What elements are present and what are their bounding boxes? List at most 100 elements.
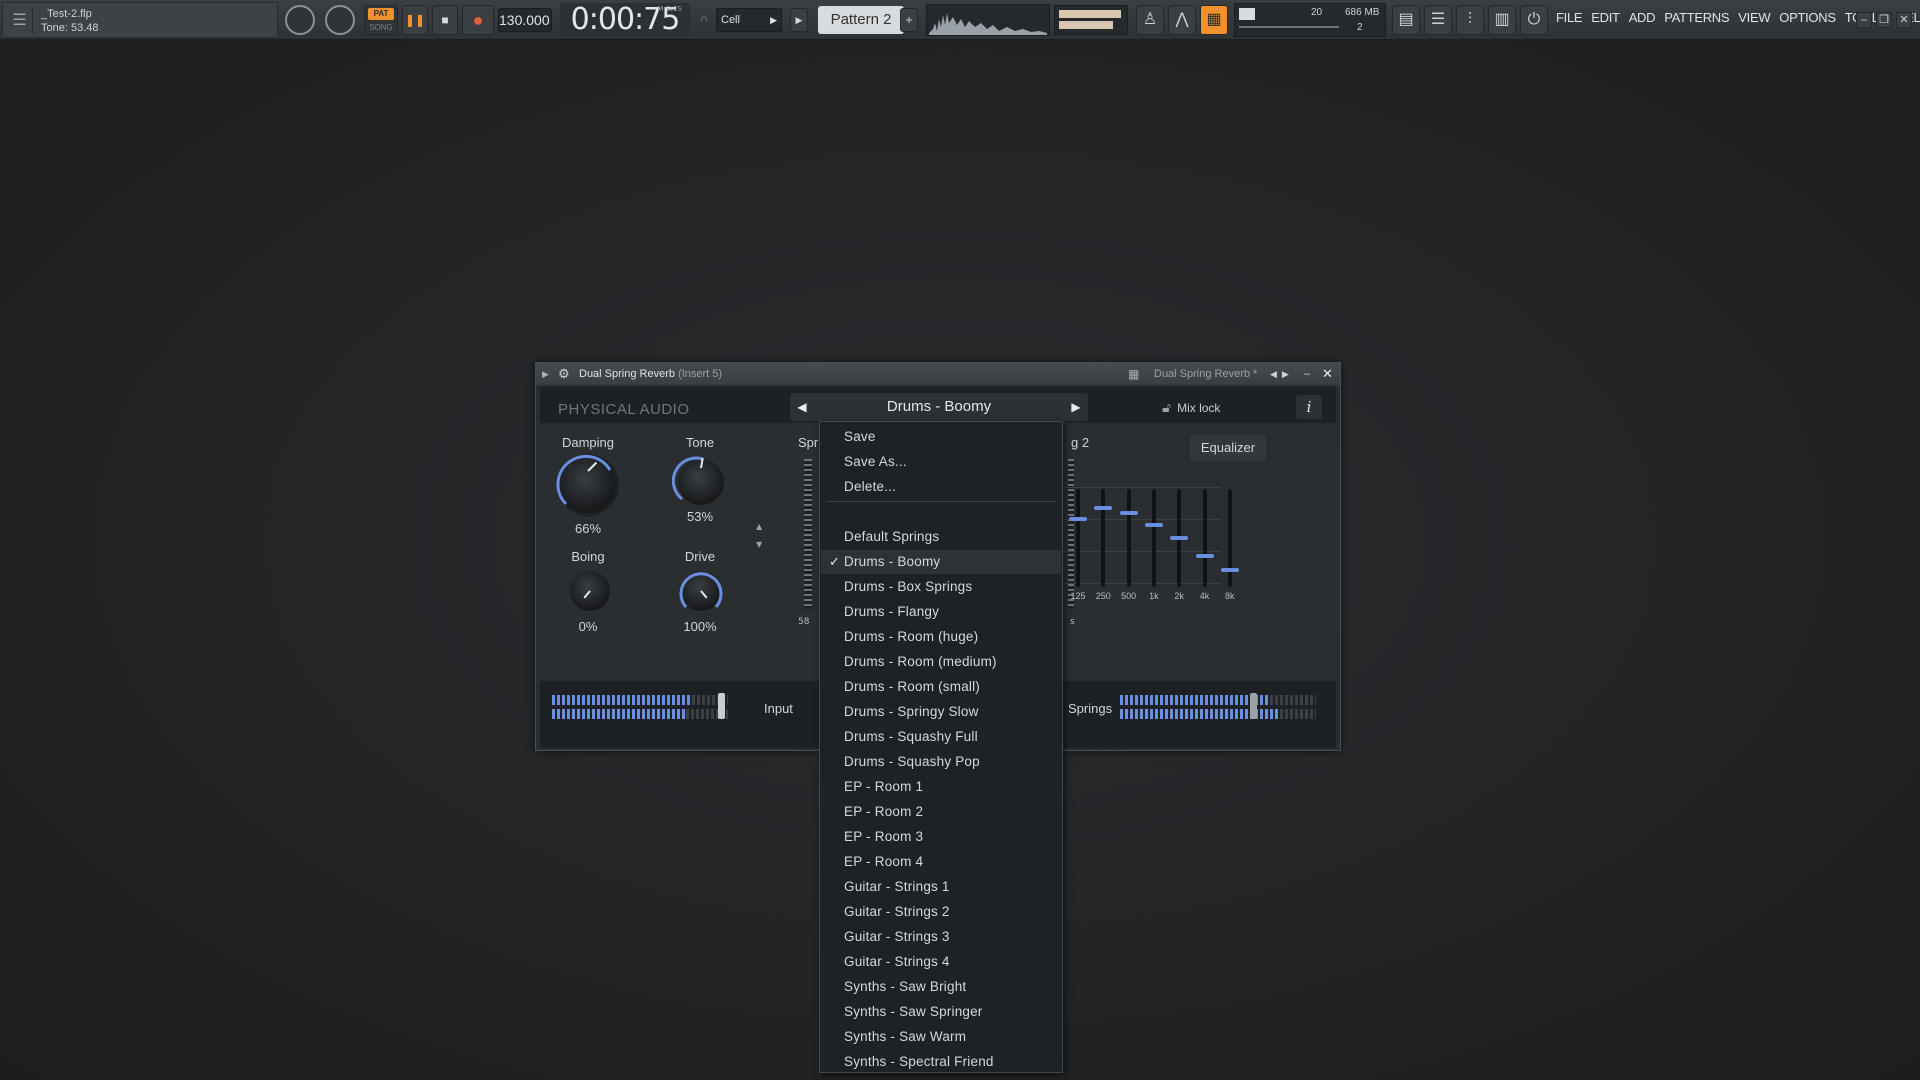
drive-label: Drive (684, 549, 716, 564)
drive-knob[interactable] (679, 571, 723, 611)
preset-menu-item[interactable]: Drums - Flangy (821, 600, 1061, 624)
preset-menu-item[interactable]: Synths - Spectral Friend (821, 1050, 1061, 1074)
mixer-icon[interactable]: ⫶ (1456, 5, 1484, 35)
restore-icon[interactable]: ❐ (1876, 12, 1892, 28)
eq-band-handle[interactable] (1170, 536, 1189, 541)
preset-menu-item[interactable]: Drums - Room (small) (821, 675, 1061, 699)
pause-button[interactable]: ❚❚ (402, 5, 428, 35)
damping-knob[interactable] (556, 454, 616, 513)
equalizer-button[interactable]: Equalizer (1190, 435, 1266, 461)
oscilloscope-display (926, 4, 1050, 36)
preset-menu-item[interactable]: Drums - Squashy Pop (821, 750, 1061, 774)
power-icon[interactable]: ⏻ (1520, 5, 1548, 35)
preset-menu-item[interactable]: EP - Room 4 (821, 850, 1061, 874)
next-preset-icon[interactable]: ▶ (1064, 393, 1088, 421)
input-gain-handle[interactable] (718, 693, 725, 719)
eq-band-slider[interactable] (1202, 489, 1207, 587)
preset-menu-item[interactable]: EP - Room 3 (821, 825, 1061, 849)
eq-band-handle[interactable] (1220, 568, 1239, 573)
eq-band-handle[interactable] (1069, 517, 1087, 521)
minimize-plugin-icon[interactable]: – (1304, 363, 1310, 385)
preset-menu-item[interactable]: Drums - Box Springs (821, 575, 1061, 599)
eq-band-handle[interactable] (1094, 505, 1113, 510)
eq-band-slider[interactable] (1126, 489, 1131, 587)
preset-selector[interactable]: ◀ Drums - Boomy ▶ (790, 393, 1088, 421)
wait-for-input-icon[interactable]: ⋀ (1168, 5, 1196, 35)
tempo-display[interactable]: 130.000 (498, 8, 552, 32)
spring-scroll-arrows-icon[interactable]: ▲ ▼ (756, 518, 762, 554)
menu-add[interactable]: ADD (1629, 10, 1656, 25)
preset-menu-item[interactable]: EP - Room 2 (821, 800, 1061, 824)
menu-edit[interactable]: EDIT (1591, 10, 1620, 25)
info-button[interactable]: i (1296, 395, 1322, 419)
preset-menu-item[interactable]: Synths - Saw Warm (821, 1025, 1061, 1049)
spring1-slider-track[interactable] (804, 459, 812, 609)
eq-band-handle[interactable] (1119, 510, 1138, 515)
preset-menu-item[interactable]: Guitar - Strings 2 (821, 900, 1061, 924)
gear-icon[interactable]: ⚙ (558, 363, 570, 385)
input-meter[interactable] (552, 693, 728, 721)
preset-menu-item[interactable]: Drums - Room (medium) (821, 650, 1061, 674)
pattern-selector[interactable]: Pattern 2 (818, 6, 904, 34)
preset-menu-item[interactable]: Synths - Saw Bright (821, 975, 1061, 999)
springs-mix-handle[interactable] (1250, 693, 1257, 719)
eq-band-handle[interactable] (1195, 553, 1214, 558)
master-pitch-knob[interactable] (325, 5, 355, 35)
menu-options[interactable]: OPTIONS (1779, 10, 1836, 25)
presets-grid-icon[interactable]: ▦ (1128, 363, 1139, 385)
preset-menu-item[interactable]: Drums - Squashy Full (821, 725, 1061, 749)
master-volume-knob[interactable] (285, 5, 315, 35)
preset-menu-item[interactable]: Synths - Saw Springer (821, 1000, 1061, 1024)
preset-menu-item[interactable]: EP - Room 1 (821, 775, 1061, 799)
preset-nav-arrows-icon[interactable]: ◀ ▶ (1270, 363, 1289, 385)
preset-menu-item[interactable]: Drums - Room (huge) (821, 625, 1061, 649)
menu-view[interactable]: VIEW (1738, 10, 1770, 25)
menu-action-delete[interactable]: Delete... (821, 475, 1061, 499)
preset-menu-item[interactable]: Guitar - Strings 1 (821, 875, 1061, 899)
preset-menu-item[interactable]: Guitar - Strings 3 (821, 925, 1061, 949)
pat-song-toggle[interactable]: PAT SONG (364, 5, 398, 35)
plugin-titlebar[interactable]: ▶ ⚙ Dual Spring Reverb (Insert 5) ▦ Dual… (536, 363, 1340, 385)
play-pattern-button[interactable]: ▶ (790, 8, 808, 32)
record-icon: ● (472, 10, 484, 30)
browser-toggle-icon[interactable]: ☰ (7, 8, 33, 34)
springs-label: Springs (1068, 701, 1113, 716)
preset-menu-item[interactable]: Guitar - Strings 4 (821, 950, 1061, 974)
playlist-icon[interactable]: ▤ (1392, 5, 1420, 35)
snap-selector[interactable]: Cell ▶ (716, 8, 782, 32)
eq-band-slider[interactable] (1076, 489, 1080, 587)
spring2-slider-track[interactable] (1068, 459, 1074, 609)
menu-action-save-as[interactable]: Save As... (821, 450, 1061, 474)
mix-lock-toggle[interactable]: 🔓︎ Mix lock (1162, 399, 1220, 416)
springs-meter[interactable] (1120, 693, 1316, 721)
close-icon[interactable]: ✕ (1896, 12, 1912, 28)
prev-preset-icon[interactable]: ◀ (790, 393, 814, 421)
preset-menu-item[interactable]: Drums - Springy Slow (821, 700, 1061, 724)
pat-mode-label[interactable]: PAT (368, 8, 394, 20)
expand-arrow-icon[interactable]: ▶ (542, 363, 549, 385)
plugin-preset-name[interactable]: Dual Spring Reverb * (1154, 363, 1257, 385)
menu-patterns[interactable]: PATTERNS (1664, 10, 1729, 25)
stop-button[interactable]: ■ (432, 5, 458, 35)
eq-band-slider[interactable] (1227, 489, 1232, 587)
preset-menu-item[interactable]: ✓ Drums - Boomy (821, 550, 1061, 574)
preset-menu-item[interactable]: Default Springs (821, 525, 1061, 549)
song-time-display[interactable]: 0:00:75 M:S:CS (560, 3, 690, 37)
boing-knob[interactable] (570, 571, 610, 611)
menu-action-save[interactable]: Save (821, 425, 1061, 449)
tone-knob[interactable] (672, 456, 724, 505)
piano-roll-icon[interactable]: ▥ (1488, 5, 1516, 35)
eq-band-slider[interactable] (1101, 489, 1106, 587)
eq-band-handle[interactable] (1144, 523, 1163, 528)
record-button[interactable]: ● (462, 5, 494, 35)
metronome-icon[interactable]: ♙ (1136, 5, 1164, 35)
minimize-icon[interactable]: – (1856, 12, 1872, 28)
menu-file[interactable]: FILE (1556, 10, 1583, 25)
eq-band-slider[interactable] (1151, 489, 1156, 587)
channel-rack-icon[interactable]: ☰ (1424, 5, 1452, 35)
typing-keyboard-icon[interactable]: ▦ (1200, 5, 1228, 35)
preset-name[interactable]: Drums - Boomy (814, 393, 1064, 421)
close-plugin-icon[interactable]: ✕ (1322, 363, 1333, 385)
song-mode-label[interactable]: SONG (368, 22, 394, 34)
add-pattern-button[interactable]: + (900, 8, 918, 32)
